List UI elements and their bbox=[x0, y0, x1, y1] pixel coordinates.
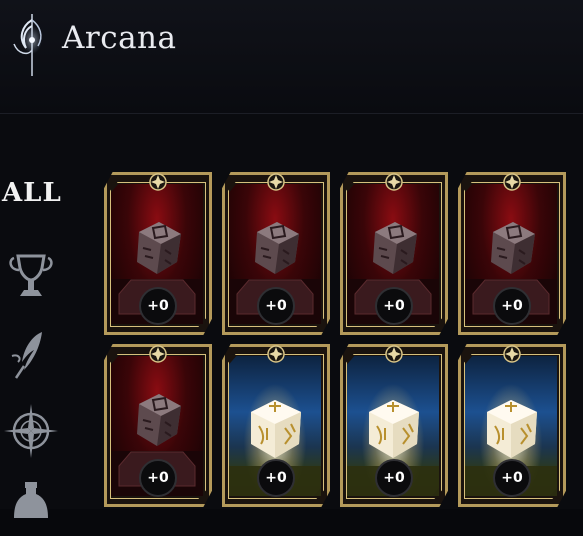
card-crest-icon bbox=[503, 173, 521, 191]
arcana-crest-icon bbox=[13, 14, 42, 76]
card-crest-icon bbox=[267, 345, 285, 363]
arcana-card[interactable]: +0 bbox=[458, 344, 566, 507]
chalice-icon[interactable] bbox=[2, 248, 60, 306]
card-crest-icon bbox=[385, 173, 403, 191]
quill-icon[interactable] bbox=[2, 326, 60, 384]
card-level-badge: +0 bbox=[257, 287, 295, 325]
potion-icon[interactable] bbox=[2, 478, 60, 536]
card-level-badge: +0 bbox=[139, 287, 177, 325]
arcana-card[interactable]: +0 bbox=[340, 172, 448, 335]
card-crest-icon bbox=[267, 173, 285, 191]
card-level-badge: +0 bbox=[493, 459, 531, 497]
card-crest-icon bbox=[503, 345, 521, 363]
card-crest-icon bbox=[149, 173, 167, 191]
card-level-badge: +0 bbox=[139, 459, 177, 497]
arcana-card[interactable]: +0 bbox=[340, 344, 448, 507]
card-crest-icon bbox=[149, 345, 167, 363]
arcana-card[interactable]: +0 bbox=[458, 172, 566, 335]
page-title: Arcana bbox=[62, 20, 177, 56]
category-all-tab[interactable]: ALL bbox=[2, 178, 62, 208]
arcana-card[interactable]: +0 bbox=[222, 344, 330, 507]
card-level-badge: +0 bbox=[493, 287, 531, 325]
card-level-badge: +0 bbox=[257, 459, 295, 497]
arcana-card[interactable]: +0 bbox=[222, 172, 330, 335]
card-level-badge: +0 bbox=[375, 287, 413, 325]
card-crest-icon bbox=[385, 345, 403, 363]
header-bar: Arcana bbox=[0, 0, 583, 114]
arcana-card[interactable]: +0 bbox=[104, 344, 212, 507]
compass-icon[interactable] bbox=[2, 402, 60, 460]
arcana-card[interactable]: +0 bbox=[104, 172, 212, 335]
card-level-badge: +0 bbox=[375, 459, 413, 497]
